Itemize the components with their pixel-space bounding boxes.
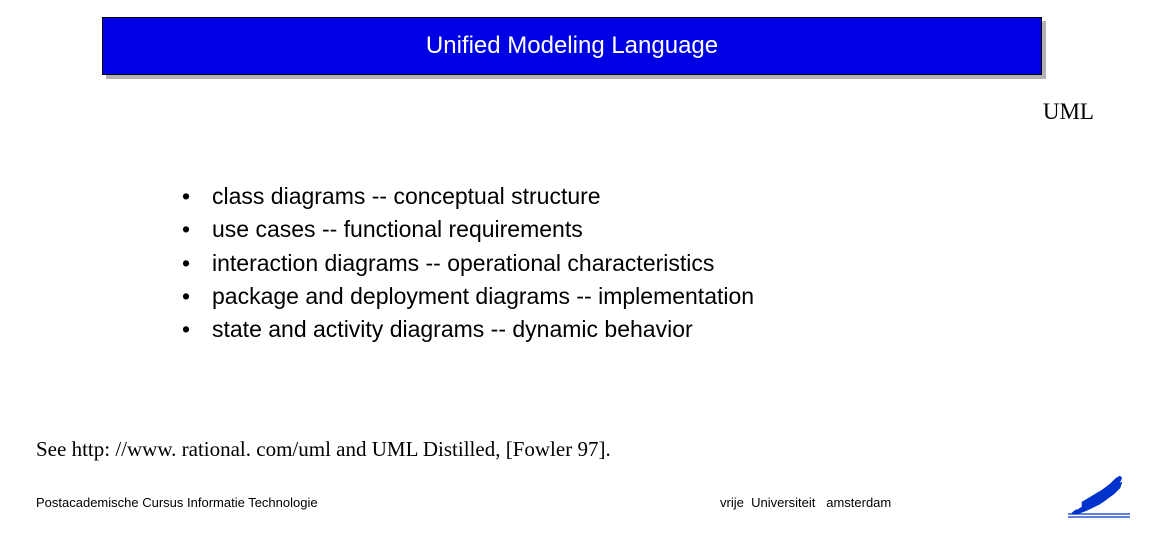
footer-word-2: Universiteit <box>751 495 815 510</box>
list-item: state and activity diagrams -- dynamic b… <box>182 313 754 346</box>
list-item: class diagrams -- conceptual structure <box>182 180 754 213</box>
list-item: interaction diagrams -- operational char… <box>182 247 754 280</box>
title-bar: Unified Modeling Language <box>102 17 1042 75</box>
footer-center: vrije Universiteit amsterdam <box>720 495 891 510</box>
footer-word-3: amsterdam <box>826 495 891 510</box>
bullet-list: class diagrams -- conceptual structure u… <box>182 180 754 347</box>
footer-left: Postacademische Cursus Informatie Techno… <box>36 495 318 510</box>
page-title: Unified Modeling Language <box>426 32 718 60</box>
subtitle: UML <box>1043 99 1094 125</box>
reference-text: See http: //www. rational. com/uml and U… <box>36 437 611 462</box>
list-item: use cases -- functional requirements <box>182 213 754 246</box>
footer-word-1: vrije <box>720 495 744 510</box>
griffin-logo-icon <box>1062 472 1134 522</box>
list-item: package and deployment diagrams -- imple… <box>182 280 754 313</box>
